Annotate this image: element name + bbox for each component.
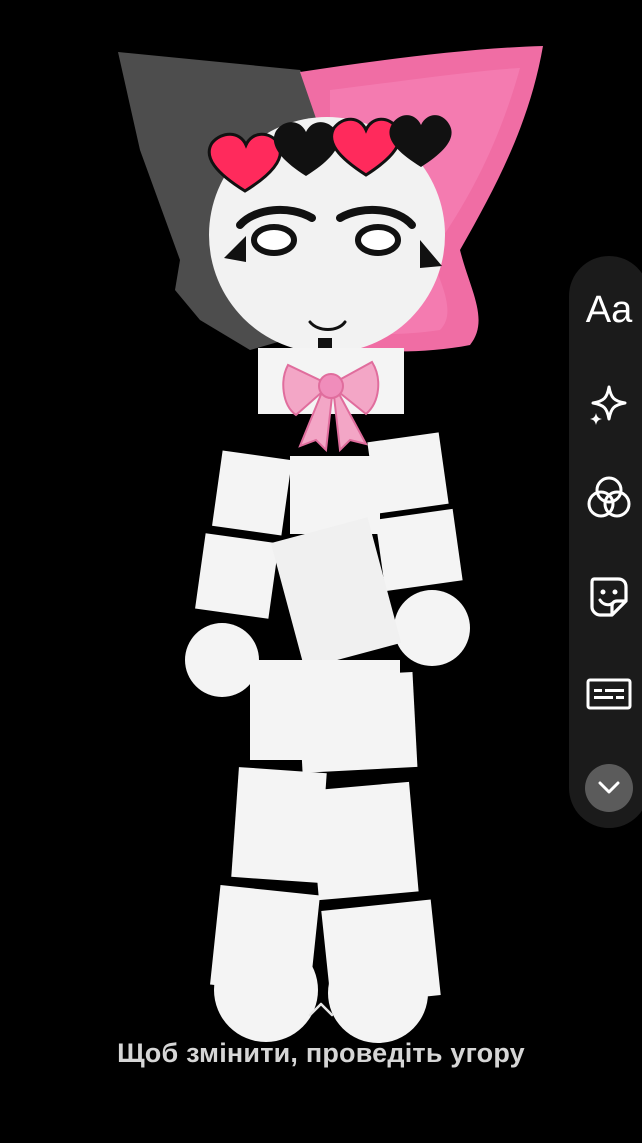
editor-toolbar: Aa <box>569 256 642 828</box>
sticker-smiley-icon <box>590 577 628 617</box>
effects-tool-button[interactable] <box>583 378 635 430</box>
color-circles-icon <box>587 476 631 518</box>
captions-tool-button[interactable] <box>583 668 635 720</box>
character-drawing <box>118 46 543 1043</box>
swipe-up-text: Щоб змінити, проведіть угору <box>117 1038 525 1068</box>
pink-bow <box>282 360 380 453</box>
filters-tool-button[interactable] <box>583 472 635 524</box>
sparkle-icon <box>590 385 627 425</box>
sticker-tool-button[interactable] <box>583 570 635 622</box>
chevron-down-icon <box>598 781 620 794</box>
chevron-up-icon <box>308 1002 334 1017</box>
swipe-up-hint[interactable]: Щоб змінити, проведіть угору <box>0 1000 642 1069</box>
text-aa-icon: Aa <box>585 288 633 331</box>
legs <box>210 660 441 1043</box>
collapse-toolbar-button[interactable] <box>585 764 633 812</box>
captions-icon <box>586 678 632 710</box>
story-editor-canvas: Aa Щоб змінити, проведіть угору <box>0 0 642 1143</box>
text-tool-button[interactable]: Aa <box>583 284 635 336</box>
